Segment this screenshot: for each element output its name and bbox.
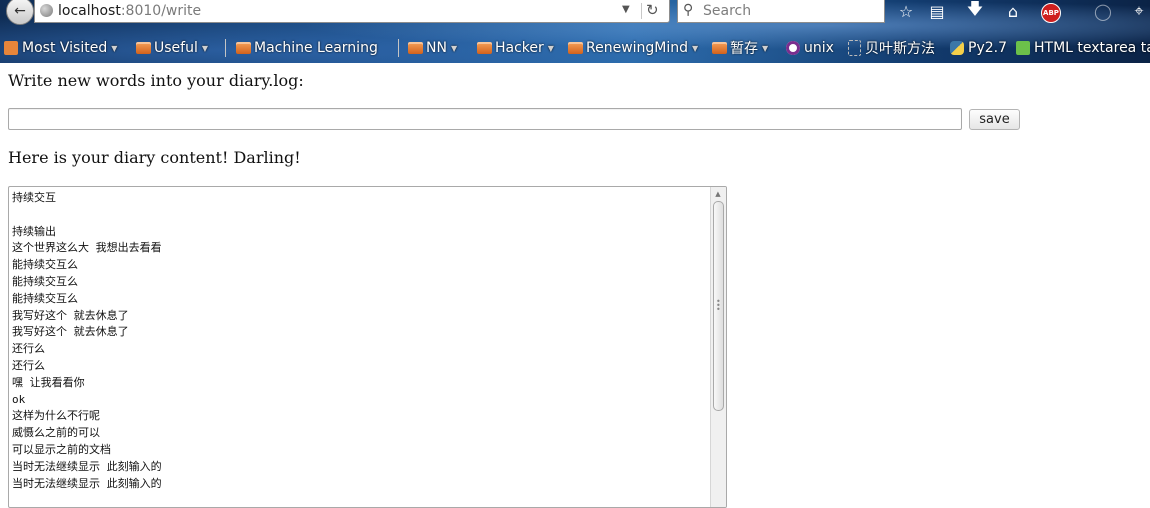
- python-icon: [950, 41, 964, 55]
- save-button[interactable]: save: [969, 109, 1020, 130]
- bookmark-label: 贝叶斯方法: [865, 41, 935, 57]
- back-arrow-icon: ←: [14, 3, 26, 19]
- chevron-down-icon: ▼: [692, 43, 699, 53]
- folder-icon: [477, 42, 492, 54]
- diary-line: 我写好这个 就去休息了: [12, 308, 129, 322]
- home-icon[interactable]: ⌂: [1002, 1, 1024, 21]
- history-dropdown-icon[interactable]: ▼: [622, 4, 630, 15]
- folder-icon: [236, 42, 251, 54]
- bookmark-py27[interactable]: Py2.7: [950, 36, 1007, 60]
- back-button[interactable]: ←: [6, 0, 34, 25]
- bookmark-label: Most Visited: [22, 40, 108, 56]
- url-bar[interactable]: localhost:8010/write ▼ ↻: [34, 0, 670, 23]
- diary-line: 嘿 让我看看你: [12, 375, 85, 389]
- page-icon: [848, 40, 861, 56]
- bookmark-label: Machine Learning: [254, 40, 378, 56]
- bookmark-label: unix: [804, 40, 834, 56]
- bookmark-label: Useful: [154, 40, 198, 56]
- url-separator: [641, 3, 642, 19]
- diary-line: 威慑么之前的可以: [12, 426, 100, 440]
- diary-line: 能持续交互么: [12, 291, 78, 305]
- bookmark-machine-learning[interactable]: Machine Learning: [236, 36, 378, 60]
- crop-icon[interactable]: ⌖: [1128, 1, 1150, 21]
- diary-line: 还行么: [12, 342, 45, 356]
- rss-icon: [4, 41, 18, 55]
- bookmark-label: 暂存: [730, 41, 758, 57]
- diary-line: [12, 207, 707, 224]
- chevron-down-icon: ▼: [450, 43, 458, 53]
- scroll-thumb[interactable]: • • •: [713, 201, 724, 411]
- bookmark-label: HTML textarea ta: [1034, 40, 1150, 56]
- scrollbar[interactable]: ▲ • • •: [710, 187, 726, 507]
- grip-icon: • • •: [716, 297, 721, 314]
- chevron-down-icon: ▼: [547, 43, 554, 53]
- url-text: localhost:8010/write: [58, 3, 201, 19]
- search-bar[interactable]: ⚲ Search: [677, 0, 885, 23]
- bookmark-unix[interactable]: unix: [786, 36, 834, 60]
- bookmarks-menu-icon[interactable]: ▤: [926, 1, 948, 21]
- bookmark-renewingmind[interactable]: RenewingMind ▼: [568, 36, 698, 60]
- bookmark-star-icon[interactable]: ☆: [895, 1, 917, 21]
- site-favicon: [786, 41, 800, 55]
- diary-line: 能持续交互么: [12, 274, 78, 288]
- adblock-plus-icon[interactable]: ABP: [1041, 3, 1061, 23]
- bookmark-label: NN: [426, 40, 447, 56]
- bookmark-hacker[interactable]: Hacker ▼: [477, 36, 554, 60]
- extension-icon[interactable]: ◯: [1092, 1, 1114, 21]
- write-heading: Write new words into your diary.log:: [8, 71, 304, 90]
- chevron-down-icon: ▼: [111, 43, 118, 53]
- bookmark-separator: [398, 39, 399, 57]
- bookmark-html-textarea[interactable]: HTML textarea ta: [1016, 36, 1150, 60]
- globe-icon: [40, 4, 53, 17]
- diary-content: 持续交互持续输出这个世界这么大 我想出去看看 能持续交互么 能持续交互么 能持续交互么…: [12, 190, 707, 492]
- content-heading: Here is your diary content! Darling!: [8, 148, 301, 167]
- url-path: :8010/write: [120, 3, 202, 19]
- page-content: Write new words into your diary.log: sav…: [0, 63, 1150, 508]
- diary-textarea[interactable]: 持续交互持续输出这个世界这么大 我想出去看看 能持续交互么 能持续交互么 能持续交互么…: [8, 186, 727, 508]
- folder-icon: [408, 42, 423, 54]
- diary-line: 这个世界这么大 我想出去看看: [12, 241, 162, 255]
- bookmarks-toolbar: Most Visited ▼ Useful ▼ Machine Learning…: [0, 36, 1150, 60]
- page-icon: [1016, 41, 1030, 55]
- diary-line: 当时无法继续显示 此刻输入的: [12, 459, 162, 473]
- diary-line: 这样为什么不行呢: [12, 409, 100, 423]
- bookmark-most-visited[interactable]: Most Visited ▼: [4, 36, 117, 60]
- downloads-icon[interactable]: 🡇: [964, 0, 986, 21]
- search-placeholder: Search: [703, 3, 752, 19]
- diary-line: 还行么: [12, 358, 45, 372]
- bookmark-nn[interactable]: NN ▼: [408, 36, 457, 60]
- navigation-bar: ← localhost:8010/write ▼ ↻ ⚲ Search ☆ ▤ …: [0, 0, 1150, 25]
- bookmark-useful[interactable]: Useful ▼: [136, 36, 208, 60]
- abp-label: ABP: [1043, 9, 1059, 17]
- diary-line: 能持续交互么: [12, 258, 78, 272]
- bookmark-label: Hacker: [495, 40, 544, 56]
- chevron-down-icon: ▼: [762, 43, 769, 53]
- bookmark-label: Py2.7: [968, 40, 1007, 56]
- diary-input[interactable]: [8, 108, 962, 130]
- bookmark-label: RenewingMind: [586, 40, 689, 56]
- bookmark-bayes[interactable]: 贝叶斯方法: [848, 36, 935, 60]
- chevron-down-icon: ▼: [201, 43, 209, 53]
- scroll-up-icon[interactable]: ▲: [712, 188, 724, 200]
- diary-line: 持续交互: [12, 191, 56, 204]
- reload-icon[interactable]: ↻: [646, 1, 659, 19]
- folder-icon: [712, 42, 727, 54]
- diary-line: 我写好这个 就去休息了: [12, 325, 129, 339]
- diary-line: 可以显示之前的文档: [12, 442, 111, 456]
- diary-line: ok: [12, 392, 26, 406]
- diary-line: 持续输出: [12, 224, 56, 238]
- bookmark-temp[interactable]: 暂存 ▼: [712, 36, 768, 60]
- bookmark-separator: [225, 39, 226, 57]
- folder-icon: [136, 42, 151, 54]
- search-icon: ⚲: [683, 2, 694, 18]
- browser-chrome: ← localhost:8010/write ▼ ↻ ⚲ Search ☆ ▤ …: [0, 0, 1150, 63]
- folder-icon: [568, 42, 583, 54]
- url-host: localhost: [58, 3, 121, 19]
